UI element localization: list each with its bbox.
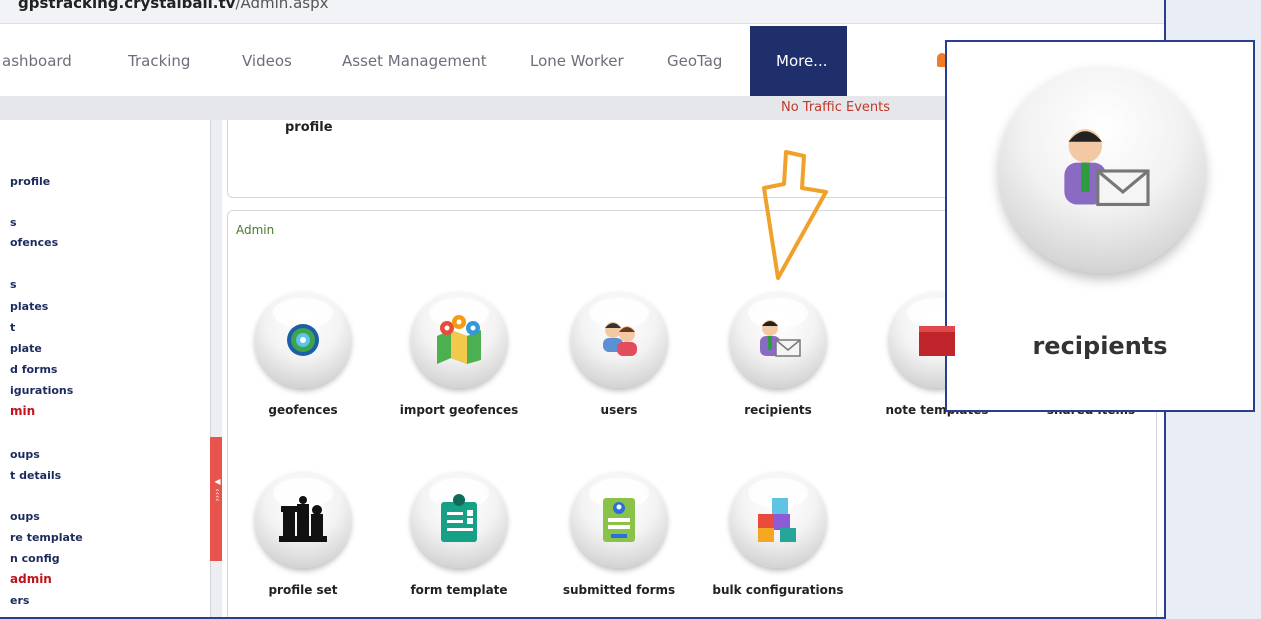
sidebar-item-users[interactable]: ers [10,594,29,607]
sidebar-item-more-template[interactable]: re template [10,531,83,544]
zoom-callout: recipients [945,40,1255,412]
orb [255,292,351,388]
sidebar-item-configurations[interactable]: igurations [10,384,73,397]
sidebar-item[interactable]: s [10,278,17,291]
orb [255,472,351,568]
traffic-status: No Traffic Events [781,100,891,115]
sidebar: profile s ofences s plates t plate d for… [0,120,210,617]
orb [730,472,826,568]
orb [571,472,667,568]
users-icon [603,322,637,356]
tile-form-template[interactable]: form template [384,472,534,599]
nav-lone-worker[interactable]: Lone Worker [530,52,624,70]
tile-recipients[interactable]: recipients [703,292,853,419]
sidebar-collapse-handle[interactable]: ◀ ‹‹‹‹ [210,437,222,561]
orb [571,292,667,388]
nav-more[interactable]: More... [750,26,847,96]
chess-icon [279,496,327,542]
address-bar[interactable]: gpstracking.crystalball.tv/Admin.aspx [0,0,1164,24]
sidebar-item-geofences[interactable]: ofences [10,236,58,249]
tile-label: form template [410,583,508,597]
url-path: /Admin.aspx [235,0,329,12]
globe-icon [287,324,319,356]
nav-videos[interactable]: Videos [242,52,292,70]
nav-asset-management[interactable]: Asset Management [342,52,487,70]
recipients-icon [1064,129,1150,207]
tile-label: submitted forms [562,583,676,597]
orb [411,292,507,388]
recipients-icon [760,320,801,357]
tile-users[interactable]: users [544,292,694,419]
submitted-form-icon [603,498,635,542]
tile-profile-set[interactable]: profile set [228,472,378,599]
note-icon [919,326,955,356]
tile-label: recipients [744,403,812,417]
cubes-icon [758,498,796,542]
tile-label: profile set [268,583,338,597]
nav-geotag[interactable]: GeoTag [667,52,722,70]
sidebar-item-admin[interactable]: min [10,404,35,418]
sidebar-item-profile[interactable]: profile [10,175,50,188]
sidebar-item-groups[interactable]: oups [10,448,40,461]
form-icon [441,494,477,542]
annotation-arrow-icon [762,150,828,280]
nav-dashboard[interactable]: ashboard [2,52,72,70]
sidebar-item[interactable]: s [10,216,17,229]
tile-submitted-forms[interactable]: submitted forms [544,472,694,599]
sidebar-item-templates[interactable]: plates [10,300,48,313]
map-pins-icon [437,315,481,364]
zoom-orb [999,67,1205,273]
tile-label: users [600,403,638,417]
sidebar-item[interactable]: t [10,321,15,334]
zoom-label: recipients [1032,332,1168,360]
tile-geofences[interactable]: geofences [228,292,378,419]
sidebar-item-template[interactable]: plate [10,342,42,355]
tile-bulk-configurations[interactable]: bulk configurations [703,472,853,599]
tile-label: bulk configurations [712,583,844,597]
url-host: gpstracking.crystalball.tv [18,0,236,12]
tile-label: geofences [268,403,338,417]
url-text: gpstracking.crystalball.tv/Admin.aspx [18,0,328,12]
tile-import-geofences[interactable]: import geofences [384,292,534,419]
sidebar-item-config[interactable]: n config [10,552,60,565]
sidebar-item-super-admin[interactable]: admin [10,572,52,586]
sidebar-item-details[interactable]: t details [10,469,61,482]
profile-label: profile [285,120,333,135]
tile-label: import geofences [399,403,519,417]
orb [411,472,507,568]
orb [730,292,826,388]
nav-tracking[interactable]: Tracking [128,52,190,70]
admin-title: Admin [236,223,275,237]
sidebar-item-forms[interactable]: d forms [10,363,57,376]
sidebar-item-groups-2[interactable]: oups [10,510,40,523]
